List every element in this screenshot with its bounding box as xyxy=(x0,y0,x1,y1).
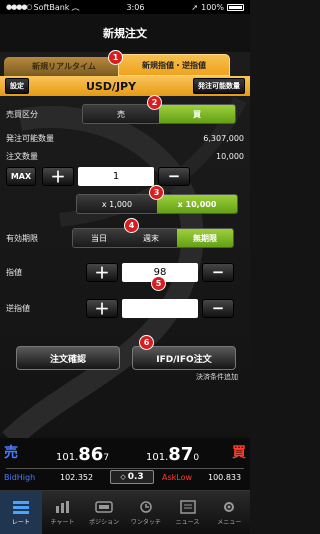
spread-box: ◇ 0.3 xyxy=(110,470,154,484)
buy-option[interactable]: 買 xyxy=(159,105,235,123)
onetouch-icon xyxy=(140,500,152,513)
status-bar: ●●●●○ SoftBank ︵ 3:06 ➚ 100% xyxy=(0,0,250,14)
expiry-unlimited[interactable]: 無期限 xyxy=(177,229,233,247)
chart-icon xyxy=(55,500,69,513)
nav-news-label: ニュース xyxy=(175,518,200,526)
badge-1: 1 xyxy=(108,50,123,65)
menu-icon xyxy=(224,501,235,512)
nav-menu[interactable]: メニュー xyxy=(208,491,250,534)
signal-icon: ●●●●○ xyxy=(6,3,33,11)
location-icon: ➚ xyxy=(191,2,199,12)
nav-chart[interactable]: チャート xyxy=(42,491,84,534)
side-label: 売買区分 xyxy=(6,109,38,119)
nav-rate[interactable]: レート xyxy=(0,491,42,534)
order-screen: ●●●●○ SoftBank ︵ 3:06 ➚ 100% 新規注文 新規リアルタ… xyxy=(0,0,250,534)
order-confirm-button[interactable]: 注文確認 xyxy=(16,346,120,370)
badge-6: 6 xyxy=(139,335,154,350)
sell-option[interactable]: 売 xyxy=(83,105,159,123)
news-icon xyxy=(179,499,196,514)
ask-price[interactable]: 101.870 xyxy=(146,444,199,465)
battery-percent: 100% xyxy=(201,2,224,12)
nav-chart-label: チャート xyxy=(50,518,75,526)
bottom-tab-bar: レート チャート ポジション ワンタッチ ニュース メニュー xyxy=(0,490,250,534)
qty-minus-button[interactable]: − xyxy=(158,166,190,186)
currency-pair[interactable]: USD/JPY xyxy=(86,80,136,93)
expiry-today[interactable]: 当日 xyxy=(73,229,125,247)
bid-high-value: 102.352 xyxy=(60,473,94,482)
qty-plus-button[interactable]: ＋ xyxy=(42,166,74,186)
nav-onetouch[interactable]: ワンタッチ xyxy=(125,491,167,534)
stop-minus-button[interactable]: − xyxy=(202,298,234,318)
pair-header: 設定 USD/JPY 発注可能数量 xyxy=(0,76,250,96)
nav-news[interactable]: ニュース xyxy=(167,491,209,534)
spread-value: 0.3 xyxy=(127,472,144,482)
nav-position[interactable]: ポジション xyxy=(83,491,125,534)
battery-icon xyxy=(226,3,244,11)
stop-label: 逆指値 xyxy=(6,303,30,313)
badge-4: 4 xyxy=(124,218,139,233)
ask-price-pips: 87 xyxy=(168,444,194,465)
settings-button[interactable]: 設定 xyxy=(5,78,29,94)
spread-icon: ◇ xyxy=(120,473,126,481)
tab-realtime[interactable]: 新規リアルタイム xyxy=(4,57,124,76)
ask-low-value: 100.833 xyxy=(208,473,242,482)
order-qty-label: 注文数量 xyxy=(6,151,38,161)
bid-price[interactable]: 101.867 xyxy=(56,444,109,465)
nav-position-label: ポジション xyxy=(89,518,120,526)
bid-price-main: 101. xyxy=(56,452,79,463)
order-type-tabs: 新規リアルタイム 新規指値・逆指値 1 xyxy=(0,50,250,76)
max-button[interactable]: MAX xyxy=(6,166,36,186)
multiplier-10000[interactable]: x 10,000 xyxy=(157,195,237,213)
rate-icon xyxy=(12,500,29,514)
orderable-qty-label: 発注可能数量 xyxy=(6,133,54,143)
wifi-icon: ︵ xyxy=(71,2,80,12)
bid-high-label: BidHigh xyxy=(4,473,36,482)
limit-label: 指値 xyxy=(6,267,22,277)
carrier-label: SoftBank xyxy=(33,2,70,12)
bid-price-fraction: 7 xyxy=(103,453,110,463)
ask-price-fraction: 0 xyxy=(193,453,200,463)
sell-marker[interactable]: 売 xyxy=(4,442,18,462)
clock: 3:06 xyxy=(126,2,145,12)
stop-plus-button[interactable]: ＋ xyxy=(86,298,118,318)
badge-5: 5 xyxy=(151,276,166,291)
limit-minus-button[interactable]: − xyxy=(202,262,234,282)
tab-limit-stop[interactable]: 新規指値・逆指値 xyxy=(118,54,230,76)
nav-menu-label: メニュー xyxy=(217,518,242,526)
page-title: 新規注文 xyxy=(0,14,250,52)
qty-input[interactable]: 1 xyxy=(78,166,154,186)
ask-low-label: AskLow xyxy=(162,473,193,482)
nav-onetouch-label: ワンタッチ xyxy=(130,518,161,526)
badge-3: 3 xyxy=(149,185,164,200)
nav-rate-label: レート xyxy=(11,518,30,526)
quote-board: 売 買 101.867 101.870 BidHigh 102.352 ◇ 0.… xyxy=(0,438,250,490)
orderable-qty-value: 6,307,000 xyxy=(203,133,244,143)
quote-divider xyxy=(6,468,244,469)
buy-marker[interactable]: 買 xyxy=(232,442,246,462)
ask-price-main: 101. xyxy=(146,452,169,463)
add-exit-condition-label[interactable]: 決済条件追加 xyxy=(196,372,238,382)
expiry-selector: 当日 週末 無期限 xyxy=(72,228,234,248)
stop-input[interactable] xyxy=(122,298,198,318)
limit-plus-button[interactable]: ＋ xyxy=(86,262,118,282)
order-form: 売買区分 売 買 2 発注可能数量 6,307,000 注文数量 10,000 … xyxy=(0,95,250,383)
multiplier-1000[interactable]: x 1,000 xyxy=(77,195,157,213)
position-icon xyxy=(95,500,113,513)
order-qty-value: 10,000 xyxy=(216,151,244,161)
expiry-label: 有効期限 xyxy=(6,233,38,243)
badge-2: 2 xyxy=(147,95,162,110)
bid-price-pips: 86 xyxy=(78,444,104,465)
orderable-qty-button[interactable]: 発注可能数量 xyxy=(193,78,245,94)
